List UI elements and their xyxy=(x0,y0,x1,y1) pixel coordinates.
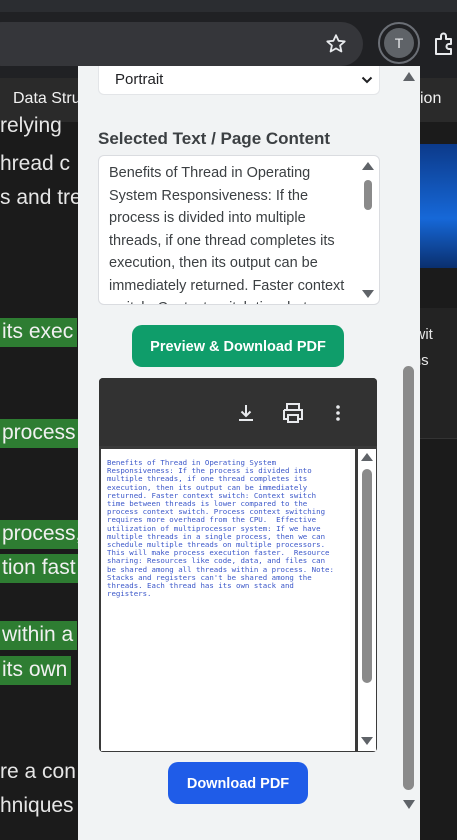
article-line: re a con xyxy=(0,760,76,783)
orientation-select[interactable]: Portrait xyxy=(98,66,380,95)
pdf-viewer-scrollbar[interactable] xyxy=(358,449,376,751)
highlighted-line: process xyxy=(0,419,80,448)
scroll-up-arrow-icon[interactable] xyxy=(403,72,415,81)
profile-avatar: T xyxy=(384,28,414,58)
star-icon[interactable] xyxy=(324,32,348,56)
article-line: s and tre xyxy=(0,186,82,209)
scroll-down-arrow-icon[interactable] xyxy=(403,800,415,809)
pdf-page-text: Benefits of Thread in Operating System R… xyxy=(107,458,334,599)
scroll-down-arrow-icon[interactable] xyxy=(362,290,374,298)
scrollbar-thumb[interactable] xyxy=(364,180,372,210)
nav-item-partial[interactable]: ion xyxy=(420,90,441,108)
orientation-select-value: Portrait xyxy=(115,71,164,88)
pdf-viewer-toolbar xyxy=(99,378,377,446)
tab-strip xyxy=(0,0,457,12)
article-line: hread c xyxy=(0,152,71,175)
chevron-down-icon xyxy=(361,76,373,84)
popup-scrollbar[interactable] xyxy=(398,66,420,840)
profile-button[interactable]: T xyxy=(378,22,420,64)
preview-download-pdf-button[interactable]: Preview & Download PDF xyxy=(132,325,344,367)
highlighted-line: its own xyxy=(0,656,72,685)
scroll-up-arrow-icon[interactable] xyxy=(361,453,373,461)
pdf-page: Benefits of Thread in Operating System R… xyxy=(101,449,355,751)
highlighted-line: within a xyxy=(0,621,78,650)
address-bar[interactable] xyxy=(0,22,363,66)
scrollbar-thumb[interactable] xyxy=(403,366,414,790)
pdf-extension-popup: Portrait Selected Text / Page Content Be… xyxy=(78,66,420,840)
puzzle-icon[interactable] xyxy=(430,30,457,58)
selected-text-content: Benefits of Thread in Operating System R… xyxy=(109,165,345,304)
textarea-scrollbar[interactable] xyxy=(361,160,375,300)
print-icon[interactable] xyxy=(281,402,305,424)
download-pdf-button[interactable]: Download PDF xyxy=(168,762,308,804)
selected-text-area[interactable]: Benefits of Thread in Operating System R… xyxy=(98,155,380,305)
article-line: relying xyxy=(0,114,62,137)
article-line: hniques xyxy=(0,794,74,817)
side-banner-image xyxy=(420,144,457,268)
highlighted-line: process, xyxy=(0,520,86,549)
download-icon[interactable] xyxy=(235,402,257,424)
scroll-down-arrow-icon[interactable] xyxy=(361,737,373,745)
highlighted-line: tion fast xyxy=(0,554,80,583)
more-vert-icon[interactable] xyxy=(327,402,349,424)
highlighted-line: its exec xyxy=(0,318,78,347)
pdf-preview-viewer: Benefits of Thread in Operating System R… xyxy=(99,378,377,752)
nav-item-data-structures[interactable]: Data Stru xyxy=(13,90,81,108)
selected-text-heading: Selected Text / Page Content xyxy=(98,129,331,148)
scrollbar-thumb[interactable] xyxy=(362,469,372,683)
scroll-up-arrow-icon[interactable] xyxy=(362,162,374,170)
